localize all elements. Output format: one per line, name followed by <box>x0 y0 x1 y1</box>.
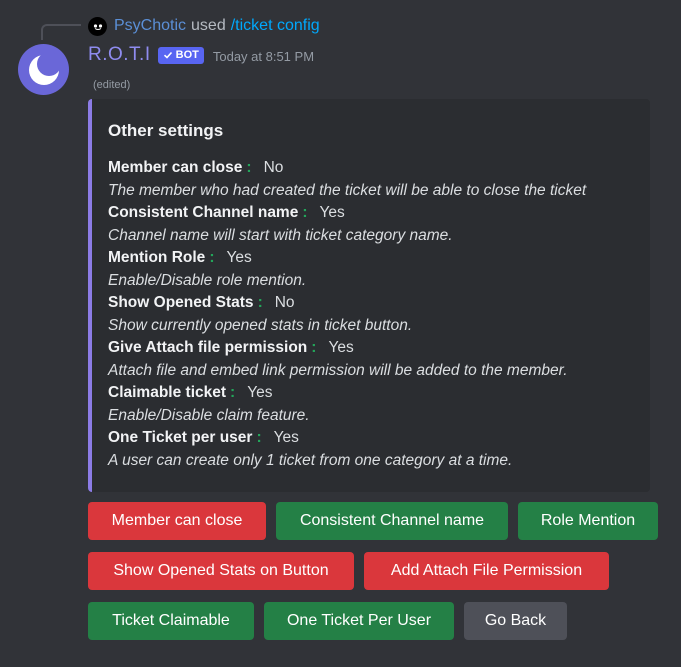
field-colon: : <box>302 204 308 221</box>
bot-tag-label: BOT <box>175 49 199 61</box>
bot-tag: BOT <box>157 46 204 64</box>
reply-header[interactable]: PsyChotic used /ticket config <box>88 15 320 37</box>
reply-avatar[interactable] <box>88 16 107 36</box>
field-value: Yes <box>319 204 345 221</box>
field-description: A user can create only 1 ticket from one… <box>108 451 513 469</box>
field-value: Yes <box>247 384 273 401</box>
reply-used-text: used <box>191 17 226 34</box>
embed-field: Mention Role: Yes <box>108 247 634 270</box>
field-colon: : <box>230 384 236 401</box>
field-value: Yes <box>226 249 252 266</box>
field-colon: : <box>257 294 263 311</box>
reply-command[interactable]: /ticket config <box>231 17 320 35</box>
field-description: The member who had created the ticket wi… <box>108 181 587 199</box>
embed-field: Give Attach file permission: Yes <box>108 337 634 360</box>
ticket-claimable-button[interactable]: Ticket Claimable <box>88 602 254 640</box>
edited-label: (edited) <box>93 79 131 91</box>
add-attach-file-permission-button[interactable]: Add Attach File Permission <box>364 552 609 590</box>
member-can-close-button[interactable]: Member can close <box>88 502 266 540</box>
field-colon: : <box>256 429 262 446</box>
field-colon: : <box>311 339 317 356</box>
role-mention-button[interactable]: Role Mention <box>518 502 658 540</box>
timestamp[interactable]: Today at 8:51 PM <box>213 49 314 64</box>
field-value: Yes <box>273 429 299 446</box>
crescent-moon-icon <box>28 52 61 85</box>
embed-field: Member can close: No <box>108 157 634 180</box>
field-description: Channel name will start with ticket cate… <box>108 226 453 244</box>
embed-title: Other settings <box>108 121 224 140</box>
embed-field: One Ticket per user: Yes <box>108 427 634 450</box>
consistent-channel-name-button[interactable]: Consistent Channel name <box>276 502 508 540</box>
button-row: Ticket Claimable One Ticket Per User Go … <box>88 602 567 640</box>
one-ticket-per-user-button[interactable]: One Ticket Per User <box>264 602 454 640</box>
field-description: Attach file and embed link permission wi… <box>108 361 568 379</box>
field-colon: : <box>209 249 215 266</box>
embed-field: Show Opened Stats: No <box>108 292 634 315</box>
reply-avatar-icon <box>93 24 102 30</box>
embed-field: Consistent Channel name: Yes <box>108 202 634 225</box>
field-name: Claimable ticket <box>108 384 227 401</box>
show-opened-stats-button[interactable]: Show Opened Stats on Button <box>88 552 354 590</box>
message: PsyChotic used /ticket config R.O.T.I BO… <box>0 0 681 667</box>
embed-field: Claimable ticket: Yes <box>108 382 634 405</box>
checkmark-icon <box>163 51 172 59</box>
reply-spine <box>41 24 81 40</box>
button-row: Show Opened Stats on Button Add Attach F… <box>88 552 609 590</box>
button-row: Member can close Consistent Channel name… <box>88 502 658 540</box>
field-name: Give Attach file permission <box>108 339 308 356</box>
field-description: Enable/Disable role mention. <box>108 271 307 289</box>
embed: Other settings Member can close: No The m… <box>88 99 650 492</box>
field-description: Enable/Disable claim feature. <box>108 406 310 424</box>
avatar[interactable] <box>18 44 69 95</box>
field-value: No <box>274 294 295 311</box>
field-name: One Ticket per user <box>108 429 253 446</box>
reply-username[interactable]: PsyChotic <box>114 17 186 35</box>
go-back-button[interactable]: Go Back <box>464 602 567 640</box>
field-description: Show currently opened stats in ticket bu… <box>108 316 413 334</box>
field-name: Mention Role <box>108 249 206 266</box>
field-name: Show Opened Stats <box>108 294 254 311</box>
field-name: Member can close <box>108 159 243 176</box>
field-colon: : <box>246 159 252 176</box>
field-value: No <box>263 159 284 176</box>
message-header: R.O.T.I BOT Today at 8:51 PM <box>88 42 314 68</box>
author-name[interactable]: R.O.T.I <box>88 44 151 66</box>
field-name: Consistent Channel name <box>108 204 299 221</box>
field-value: Yes <box>328 339 354 356</box>
